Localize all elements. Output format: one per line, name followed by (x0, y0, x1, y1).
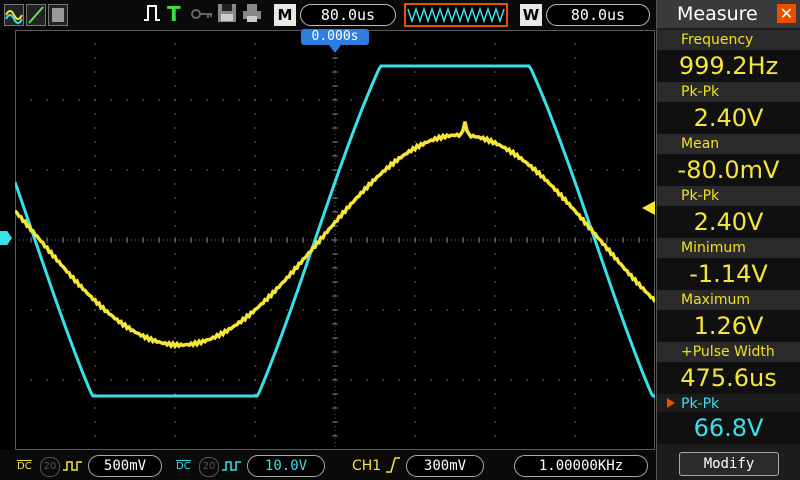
measure-label: Frequency (657, 30, 800, 50)
timebase-readout[interactable]: 80.0us (300, 4, 396, 26)
window-timebase-readout[interactable]: 80.0us (546, 4, 650, 26)
status-bar: T M 80.0us W 80.0us (0, 0, 656, 30)
measure-label: Minimum (657, 238, 800, 258)
measure-value: 1.26V (657, 310, 800, 342)
channel-bar: DC 20 500mV DC 20 10.0V CH1 300mV 1.0000… (0, 450, 656, 480)
ch1-coupling: DC (17, 461, 32, 472)
modify-button[interactable]: Modify (679, 452, 779, 476)
trigger-time-label: 0.000s (311, 29, 359, 44)
ch1-wave-icon[interactable] (4, 4, 24, 26)
measure-label: Maximum (657, 290, 800, 310)
measure-label: Mean (657, 134, 800, 154)
trigger-status: T (167, 2, 181, 26)
trigger-source: CH1 (352, 458, 382, 474)
rising-edge-icon (385, 456, 401, 478)
ch2-invert-icon (221, 458, 243, 478)
persistence-icon[interactable] (48, 4, 68, 26)
measure-label: Pk-Pk (657, 186, 800, 206)
trigger-position-marker[interactable]: 0.000s (301, 29, 369, 45)
main-mode-label: M (274, 4, 296, 26)
trigger-frequency: 1.00000KHz (514, 455, 648, 477)
ch2-ground-marker-icon[interactable] (0, 231, 12, 245)
print-icon[interactable] (241, 2, 263, 29)
ch2-bw-limit-icon: 20 (199, 457, 219, 477)
trigger-position-arrow-icon (329, 45, 341, 53)
ch1-invert-icon (62, 458, 84, 478)
trigger-level-marker-icon[interactable] (642, 201, 655, 215)
measure-value-selected: 66.8V (657, 412, 800, 444)
measure-panel: Measure ✕ Frequency 999.2Hz Pk-Pk 2.40V … (656, 0, 800, 480)
save-icon[interactable] (216, 2, 238, 29)
measure-value: 2.40V (657, 102, 800, 134)
waveform-overview[interactable] (404, 3, 508, 27)
measure-value: 999.2Hz (657, 50, 800, 82)
ch2-coupling: DC (176, 461, 191, 472)
measure-label-selected[interactable]: Pk-Pk (657, 394, 800, 414)
ch2-bw-limit: 20 (202, 461, 216, 472)
window-mode-label: W (520, 4, 542, 26)
ch1-bw-limit-icon: 20 (40, 457, 60, 477)
ch1-scale[interactable]: 500mV (88, 455, 162, 477)
waveform-display[interactable] (15, 30, 655, 450)
measure-value: -1.14V (657, 258, 800, 290)
key-icon (190, 2, 214, 29)
ch1-bw-limit: 20 (43, 461, 57, 472)
measure-label: Pk-Pk (657, 82, 800, 102)
ch2-scale[interactable]: 10.0V (247, 455, 325, 477)
measure-label: +Pulse Width (657, 342, 800, 362)
trigger-level[interactable]: 300mV (406, 455, 484, 477)
measure-value: -80.0mV (657, 154, 800, 186)
ramp-icon[interactable] (26, 4, 46, 26)
trigger-edge-icon (142, 2, 162, 29)
measure-value: 2.40V (657, 206, 800, 238)
measure-value: 475.6us (657, 362, 800, 394)
close-icon[interactable]: ✕ (777, 4, 796, 23)
graticule (15, 30, 655, 450)
